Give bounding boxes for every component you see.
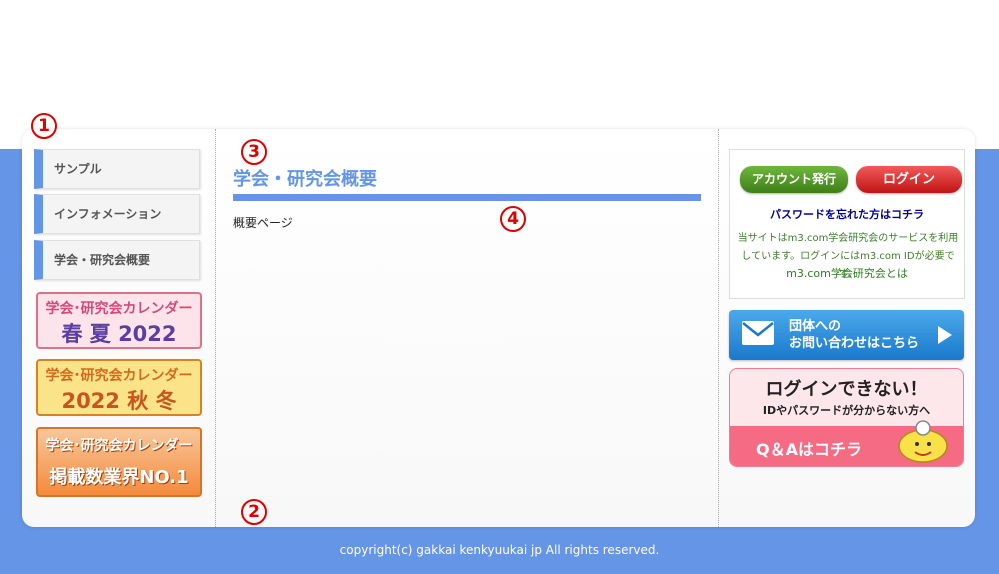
left-divider bbox=[215, 129, 216, 527]
banner-subtitle: 春 夏 2022 bbox=[61, 322, 177, 346]
calendar-banner-spring-summer[interactable]: 学会･研究会カレンダー 春 夏 2022 bbox=[36, 292, 202, 349]
contact-line-1: 団体への bbox=[789, 319, 842, 334]
banner-title: 学会･研究会カレンダー bbox=[45, 438, 193, 454]
sidebar-item-sample[interactable]: サンプル bbox=[34, 149, 200, 189]
page-container: 1 3 4 2 サンプル インフォメーション 学会・研究会概要 学会･研究会カレ… bbox=[22, 113, 975, 527]
sidebar-item-overview[interactable]: 学会・研究会概要 bbox=[34, 240, 200, 280]
qa-banner[interactable]: ログインできない！ IDやパスワードが分からない方へ Q＆Aはコチラ bbox=[729, 368, 964, 467]
forgot-password-link[interactable]: パスワードを忘れた方はコチラ bbox=[730, 206, 964, 222]
mail-icon bbox=[742, 321, 774, 345]
contact-label: 団体への お問い合わせはこちら bbox=[789, 318, 919, 352]
mascot-icon bbox=[898, 420, 948, 463]
title-underline bbox=[233, 194, 701, 201]
banner-title: 学会･研究会カレンダー bbox=[45, 301, 193, 317]
annotation-marker-1: 1 bbox=[31, 113, 57, 139]
banner-subtitle: 掲載数業界NO.1 bbox=[49, 467, 189, 488]
qa-title: ログインできない！ bbox=[765, 379, 928, 400]
overview-text: 概要ページ bbox=[233, 216, 293, 230]
contact-button[interactable]: 団体への お問い合わせはこちら bbox=[729, 310, 964, 360]
login-button[interactable]: ログイン bbox=[856, 166, 962, 193]
login-box: アカウント発行 ログイン パスワードを忘れた方はコチラ 当サイトはm3.com学… bbox=[729, 149, 965, 299]
right-divider bbox=[718, 129, 719, 527]
calendar-banner-autumn-winter[interactable]: 学会･研究会カレンダー 2022 秋 冬 bbox=[36, 359, 202, 416]
about-m3-link[interactable]: m3.com学会研究会とは bbox=[730, 265, 964, 281]
footer-copyright: copyright(c) gakkai kenkyuukai jp All ri… bbox=[339, 543, 660, 557]
page-title: 学会・研究会概要 bbox=[233, 169, 377, 190]
sidebar-item-information[interactable]: インフォメーション bbox=[34, 194, 200, 234]
annotation-marker-3: 3 bbox=[241, 139, 267, 165]
banner-title: 学会･研究会カレンダー bbox=[45, 368, 193, 384]
qa-link[interactable]: Q＆Aはコチラ bbox=[756, 436, 862, 460]
annotation-marker-2: 2 bbox=[241, 499, 267, 525]
play-icon bbox=[938, 326, 952, 344]
contact-line-2: お問い合わせはこちら bbox=[789, 336, 920, 351]
account-issue-button[interactable]: アカウント発行 bbox=[740, 166, 848, 193]
banner-subtitle: 2022 秋 冬 bbox=[61, 389, 177, 413]
annotation-marker-4: 4 bbox=[500, 206, 526, 232]
calendar-banner-no1[interactable]: 学会･研究会カレンダー 掲載数業界NO.1 bbox=[36, 427, 202, 497]
